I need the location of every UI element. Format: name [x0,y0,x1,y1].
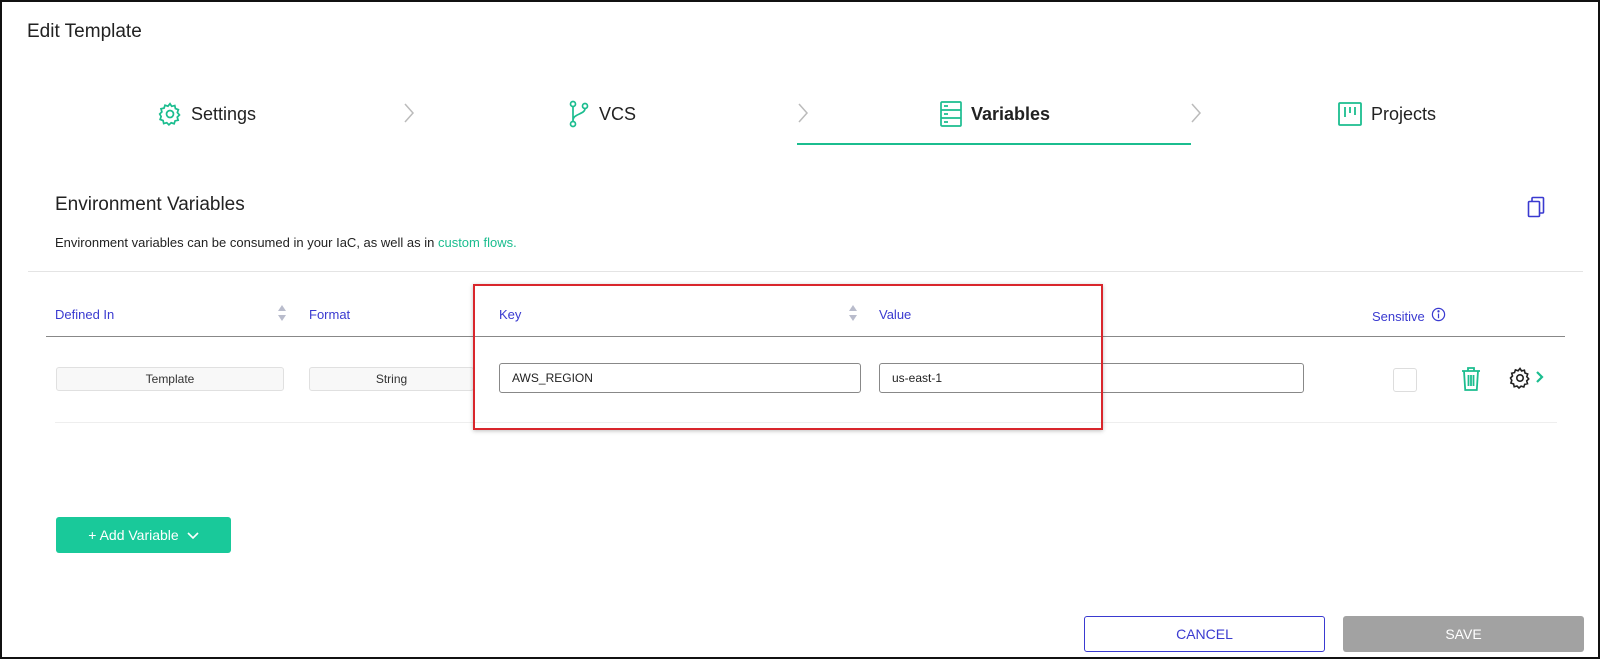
step-variables[interactable]: Variables [939,94,1050,134]
page-title: Edit Template [27,21,142,42]
table-row-divider [55,422,1557,423]
section-divider [28,271,1583,272]
highlight-box [473,284,1103,430]
step-projects[interactable]: Projects [1337,94,1436,134]
chevron-right-icon[interactable] [1535,370,1545,389]
server-stack-icon [939,100,963,128]
copy-icon[interactable] [1527,196,1545,223]
chevron-down-icon [187,527,199,543]
sort-icon[interactable] [848,304,858,322]
sensitive-checkbox[interactable] [1393,368,1417,392]
kanban-board-icon [1337,101,1363,127]
gear-icon [157,101,183,127]
step-label: Variables [971,103,1051,124]
description-text: Environment variables can be consumed in… [55,235,438,250]
section-description: Environment variables can be consumed in… [55,235,517,250]
column-header-key[interactable]: Key [499,307,521,322]
sort-icon[interactable] [277,304,287,322]
chevron-right-icon [798,103,809,123]
column-header-value: Value [879,307,912,322]
column-header-sensitive: Sensitive [1372,307,1446,325]
column-header-format: Format [309,307,351,322]
edit-template-dialog: Edit Template Settings VCS Variables Pro… [0,0,1600,659]
cancel-button[interactable]: CANCEL [1084,616,1325,652]
table-header-line [46,336,1565,337]
key-input[interactable]: AWS_REGION [499,363,861,393]
active-step-indicator [797,143,1191,145]
step-vcs[interactable]: VCS [567,94,636,134]
step-settings[interactable]: Settings [157,94,256,134]
add-variable-button[interactable]: + Add Variable [56,517,231,553]
step-label: Projects [1371,103,1437,124]
git-branch-icon [567,100,591,128]
chevron-right-icon [404,103,415,123]
chevron-right-icon [1191,103,1202,123]
sensitive-label: Sensitive [1372,308,1425,324]
step-label: VCS [599,103,637,124]
save-button[interactable]: SAVE [1343,616,1584,652]
value-input[interactable]: us-east-1 [879,363,1304,393]
info-icon[interactable] [1431,307,1446,325]
format-badge: String [309,367,474,391]
section-title: Environment Variables [55,194,245,215]
custom-flows-link[interactable]: custom flows. [438,235,517,250]
gear-icon[interactable] [1508,366,1532,395]
defined-in-badge: Template [56,367,284,391]
add-variable-label: + Add Variable [88,527,179,543]
step-label: Settings [191,103,257,124]
trash-icon[interactable] [1460,366,1482,397]
column-header-defined-in[interactable]: Defined In [55,307,114,322]
